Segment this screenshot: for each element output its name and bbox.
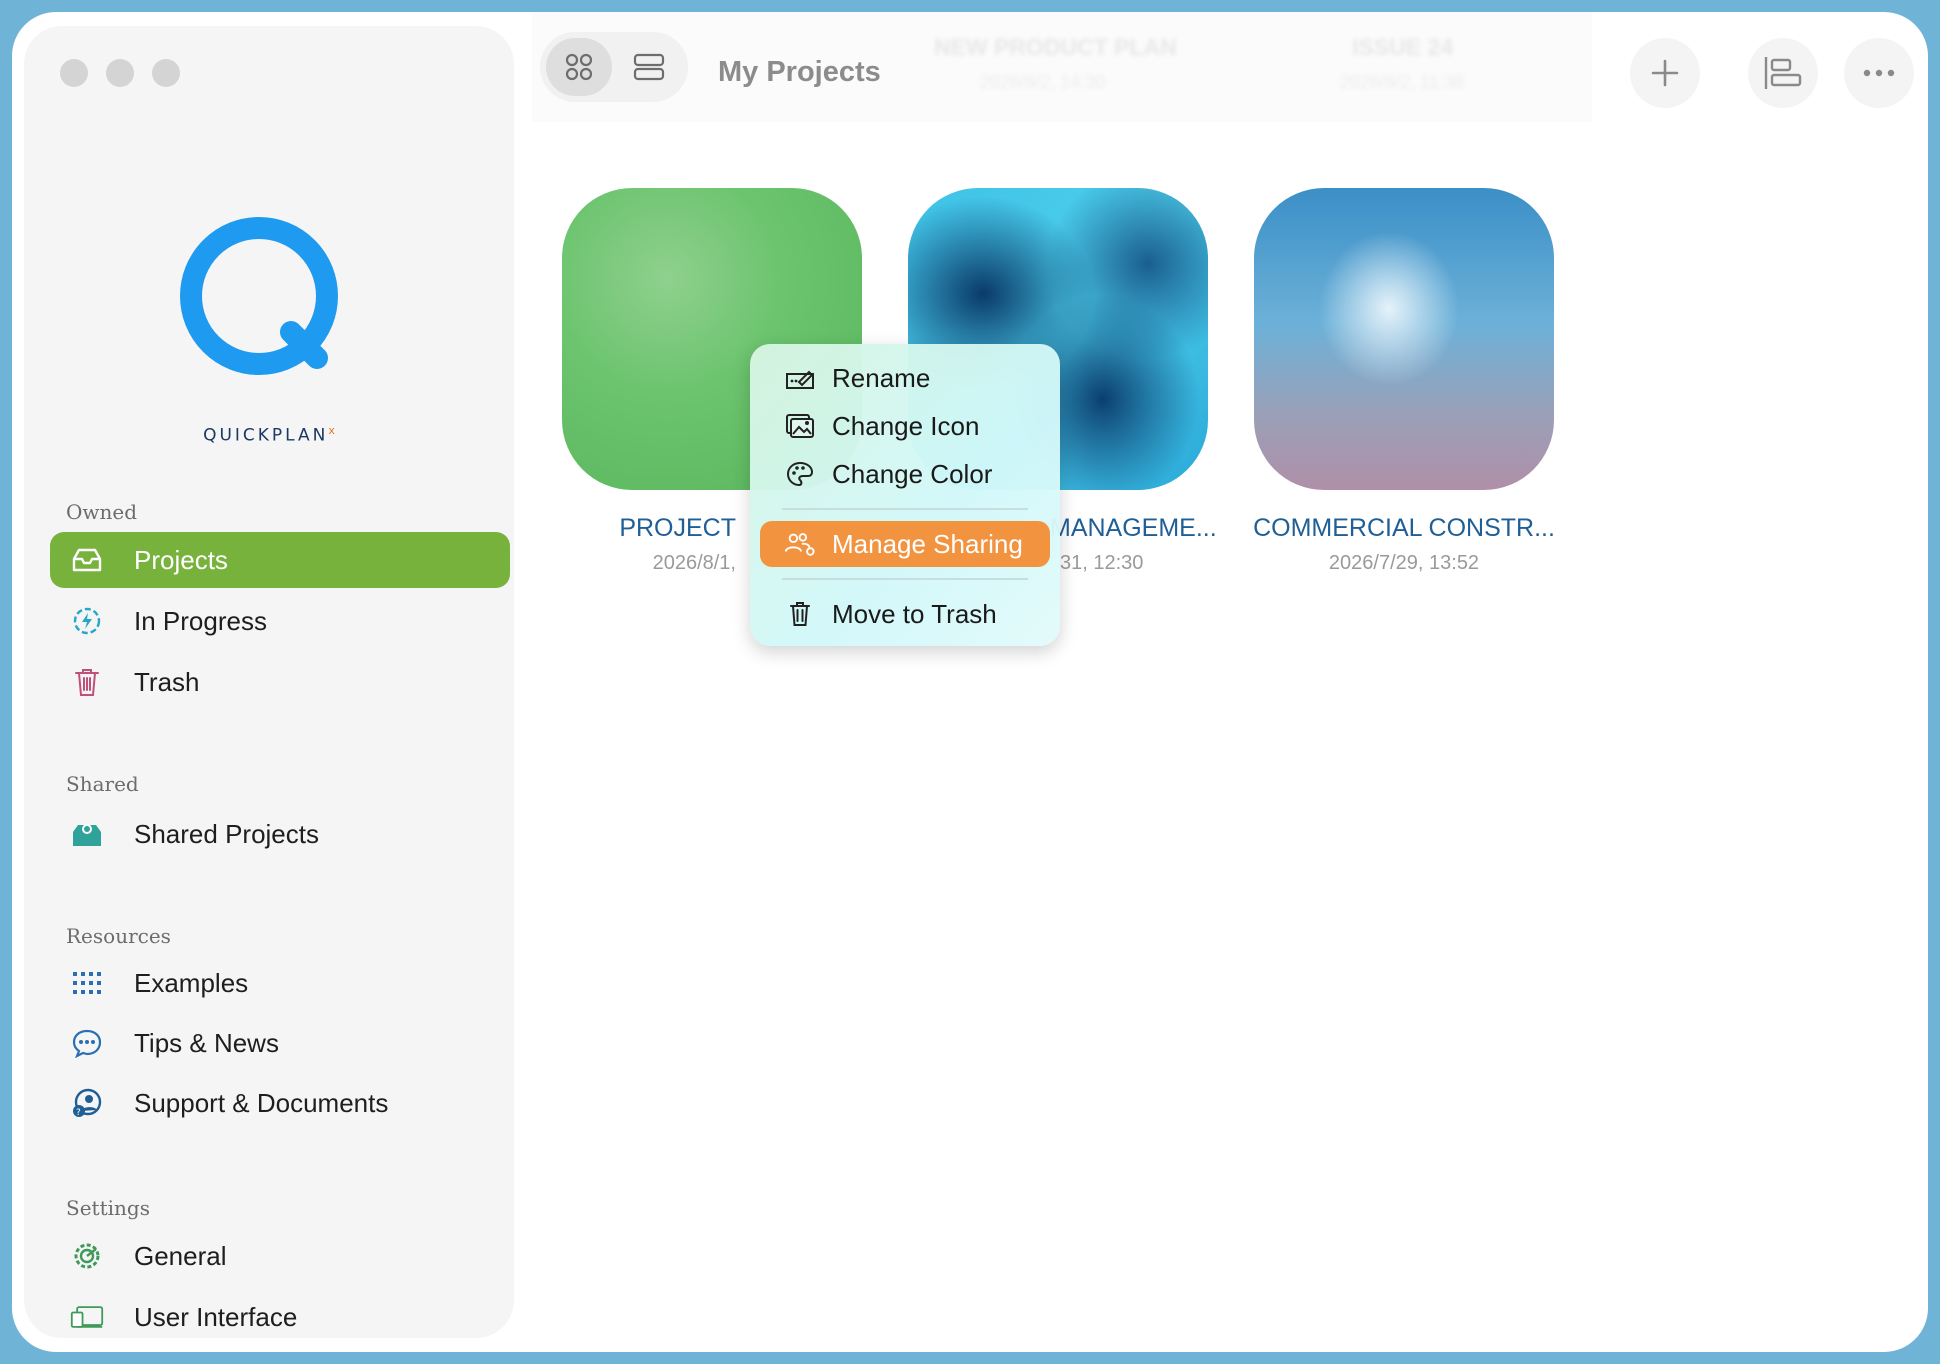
align-left-icon [1764, 57, 1802, 89]
project-title: PROJECT [619, 514, 736, 542]
menu-item-label: Rename [832, 362, 931, 393]
background-project-title: ISSUE 24 [1352, 34, 1453, 60]
list-view-button[interactable] [616, 38, 682, 96]
sidebar-item-label: Trash [134, 666, 200, 697]
svg-text:?: ? [76, 1108, 81, 1118]
section-owned: Owned [66, 500, 138, 524]
menu-item-label: Move to Trash [832, 598, 997, 629]
menu-item-label: Manage Sharing [832, 528, 1023, 559]
sidebar-item-general[interactable]: General [50, 1228, 510, 1284]
minimize-window-button[interactable] [106, 59, 134, 87]
gear-icon [70, 1239, 104, 1273]
sidebar-item-shared-projects[interactable]: Shared Projects [50, 806, 510, 862]
support-icon: ? [70, 1086, 104, 1120]
sidebar-item-label: Support & Documents [134, 1087, 389, 1118]
sidebar-item-tips-news[interactable]: Tips & News [50, 1015, 510, 1071]
chat-bubble-icon [70, 1026, 104, 1060]
rename-icon [784, 363, 816, 393]
more-options-button[interactable] [1844, 38, 1914, 108]
plus-icon [1651, 59, 1679, 87]
zoom-window-button[interactable] [152, 59, 180, 87]
section-settings: Settings [66, 1196, 150, 1220]
add-project-button[interactable] [1630, 38, 1700, 108]
ellipsis-icon [1863, 69, 1895, 77]
brand-mark: x [328, 424, 335, 437]
grid-view-button[interactable] [546, 38, 612, 96]
sidebar: QUICKPLANx Owned Projects In Progress Tr… [24, 26, 514, 1338]
sidebar-item-label: Projects [134, 544, 228, 575]
sidebar-item-label: General [134, 1240, 227, 1271]
grid-dots-icon [70, 966, 104, 1000]
sidebar-item-examples[interactable]: Examples [50, 955, 510, 1011]
window-controls [60, 59, 180, 87]
sidebar-item-label: In Progress [134, 605, 267, 636]
trash-icon [70, 665, 104, 699]
progress-icon [70, 604, 104, 638]
close-window-button[interactable] [60, 59, 88, 87]
sidebar-item-trash[interactable]: Trash [50, 654, 510, 710]
sort-align-button[interactable] [1748, 38, 1818, 108]
page-title: My Projects [718, 56, 881, 88]
section-resources: Resources [66, 924, 171, 948]
menu-item-label: Change Color [832, 458, 993, 489]
sidebar-item-in-progress[interactable]: In Progress [50, 593, 510, 649]
palette-icon [784, 459, 816, 489]
menu-separator [782, 578, 1028, 580]
header-backdrop: NEW PRODUCT PLAN 2026/8/2, 14:30 ISSUE 2… [532, 12, 1592, 122]
sidebar-item-label: Shared Projects [134, 818, 319, 849]
menu-item-label: Change Icon [832, 410, 980, 441]
shared-tray-icon [70, 817, 104, 851]
image-icon [784, 411, 816, 441]
brand-text: QUICKPLAN [203, 425, 329, 446]
quickplan-logo [180, 217, 338, 375]
grid-view-icon [565, 53, 593, 81]
sidebar-item-projects[interactable]: Projects [50, 532, 510, 588]
project-date: 31, 12:30 [1060, 552, 1144, 574]
menu-item-change-color[interactable]: Change Color [760, 451, 1050, 497]
list-view-icon [633, 53, 665, 81]
background-project-date: 2026/8/2, 14:30 [980, 72, 1106, 92]
brand-wordmark: QUICKPLANx [24, 424, 514, 446]
menu-separator [782, 508, 1028, 510]
app-window: QUICKPLANx Owned Projects In Progress Tr… [12, 12, 1928, 1352]
menu-item-manage-sharing[interactable]: Manage Sharing [760, 521, 1050, 567]
background-project-date: 2026/8/2, 11:38 [1340, 72, 1464, 92]
sidebar-item-label: User Interface [134, 1301, 298, 1332]
section-shared: Shared [66, 772, 139, 796]
project-title: COMMERCIAL CONSTR... [1253, 514, 1555, 542]
context-menu: Rename Change Icon Change Color Manage S… [750, 344, 1060, 646]
tray-icon [70, 543, 104, 577]
people-gear-icon [784, 529, 816, 559]
sidebar-item-label: Examples [134, 967, 249, 998]
project-date: 2026/8/1, [652, 552, 736, 574]
sidebar-item-label: Tips & News [134, 1027, 279, 1058]
menu-item-move-to-trash[interactable]: Move to Trash [760, 591, 1050, 637]
menu-item-rename[interactable]: Rename [760, 355, 1050, 401]
background-project-title: NEW PRODUCT PLAN [934, 34, 1177, 60]
display-icon [70, 1300, 104, 1334]
project-thumbnail[interactable] [1254, 188, 1554, 490]
menu-item-change-icon[interactable]: Change Icon [760, 403, 1050, 449]
sidebar-item-support-docs[interactable]: ? Support & Documents [50, 1075, 510, 1131]
view-mode-switch [540, 32, 688, 102]
trash-icon [784, 599, 816, 629]
project-title: MANAGEME... [1050, 514, 1217, 542]
project-date: 2026/7/29, 13:52 [1328, 552, 1480, 574]
sidebar-item-user-interface[interactable]: User Interface [50, 1289, 510, 1345]
